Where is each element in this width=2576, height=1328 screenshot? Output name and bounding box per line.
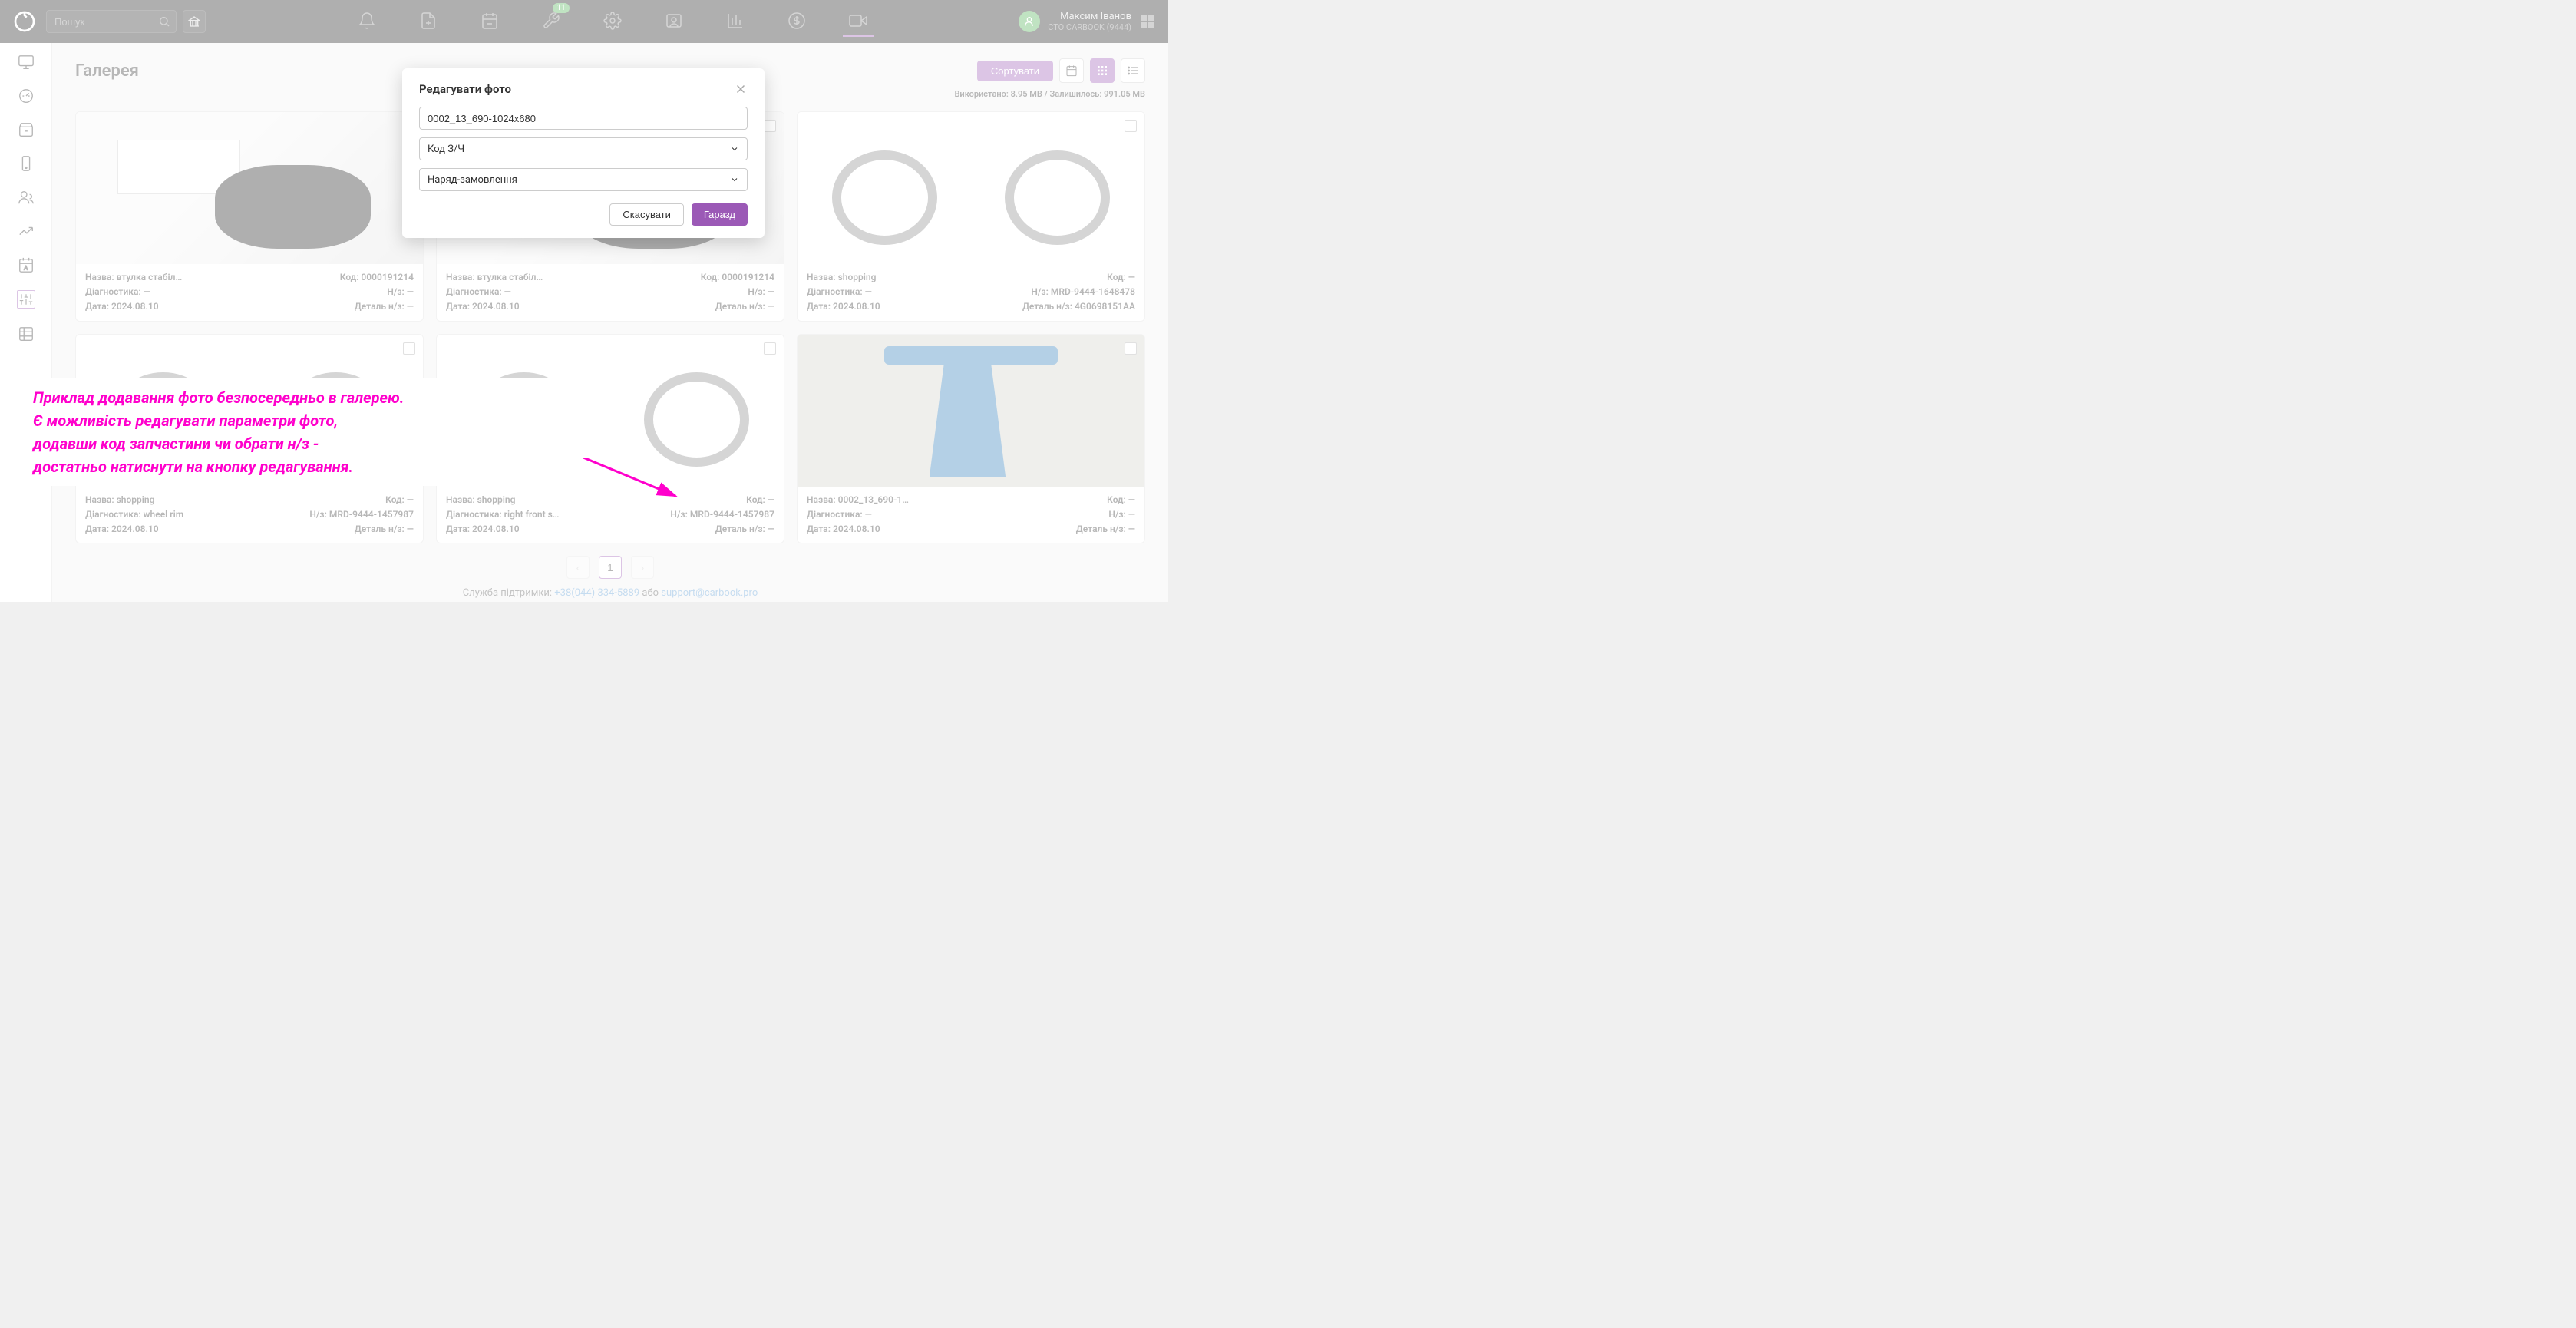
- modal-header: Редагувати фото: [402, 68, 765, 107]
- anno-l2: Є можливість редагувати параметри фото,: [33, 409, 572, 432]
- ok-button[interactable]: Гаразд: [692, 203, 748, 226]
- modal-body: Код З/Ч Наряд-замовлення: [402, 107, 765, 203]
- filename-input[interactable]: [419, 107, 748, 130]
- edit-photo-modal: Редагувати фото Код З/Ч Наряд-замовлення…: [402, 68, 765, 238]
- code-placeholder: Код З/Ч: [428, 144, 464, 155]
- order-placeholder: Наряд-замовлення: [428, 174, 517, 186]
- modal-title: Редагувати фото: [419, 82, 511, 96]
- chevron-down-icon: [730, 175, 739, 184]
- code-select[interactable]: Код З/Ч: [419, 137, 748, 160]
- annotation-arrow: [583, 458, 683, 504]
- cancel-button[interactable]: Скасувати: [609, 203, 684, 226]
- anno-l3: додавши код запчастини чи обрати н/з -: [33, 432, 572, 455]
- anno-l4: достатньо натиснути на кнопку редагуванн…: [33, 455, 572, 478]
- anno-l1: Приклад додавання фото безпосередньо в г…: [33, 386, 572, 409]
- annotation-box: Приклад додавання фото безпосередньо в г…: [22, 378, 583, 486]
- chevron-down-icon: [730, 144, 739, 154]
- close-icon[interactable]: [734, 82, 748, 96]
- modal-footer: Скасувати Гаразд: [402, 203, 765, 238]
- order-select[interactable]: Наряд-замовлення: [419, 168, 748, 191]
